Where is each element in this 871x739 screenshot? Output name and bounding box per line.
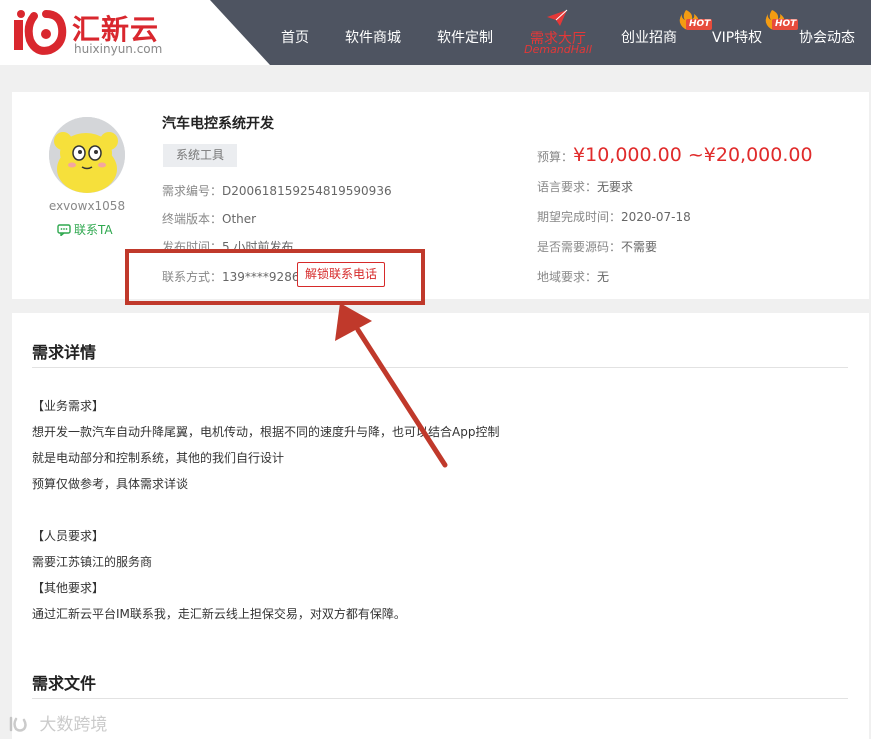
avatar[interactable]	[49, 117, 125, 193]
nav-business[interactable]: 创业招商	[621, 27, 677, 47]
due-date-label: 期望完成时间：	[537, 210, 622, 224]
budget-value: ¥10,000.00 ~¥20,000.00	[573, 144, 813, 166]
language-value: 无要求	[597, 180, 634, 194]
source-code-label: 是否需要源码：	[537, 240, 622, 254]
nav-custom-software[interactable]: 软件定制	[437, 27, 493, 47]
detail-section-title: 需求详情	[32, 343, 97, 362]
detail-line: 【其他要求】	[32, 581, 105, 595]
region-value: 无	[597, 270, 610, 284]
language-label: 语言要求：	[537, 180, 598, 194]
main-nav: 首页 软件商城 软件定制 需求大厅 DemandHall 创业招商 HOT VI…	[0, 0, 871, 65]
source-code-row: 是否需要源码：不需要	[537, 238, 657, 255]
contact-ta-label: 联系TA	[74, 223, 113, 237]
hot-badge-text: HOT	[689, 19, 711, 29]
files-section-title: 需求文件	[32, 674, 97, 693]
demand-title: 汽车电控系统开发	[162, 116, 274, 132]
detail-line: 预算仅做参考，具体需求详谈	[32, 477, 189, 491]
detail-line: 需要江苏镇江的服务商	[32, 555, 153, 569]
due-date-row: 期望完成时间：2020-07-18	[537, 208, 691, 225]
hot-badge-text: HOT	[775, 19, 797, 29]
username: exvowx1058	[48, 199, 126, 213]
demand-id-row: 需求编号：D200618159254819590936	[162, 182, 392, 199]
client-version-value: Other	[222, 212, 257, 226]
nav-demand-hall[interactable]: 需求大厅 DemandHall	[518, 6, 598, 60]
top-navbar: 汇新云 huixinyun.com 首页 软件商城 软件定制 需求大厅 Dema…	[0, 0, 871, 65]
nav-software-mall[interactable]: 软件商城	[345, 27, 401, 47]
paper-plane-icon	[547, 9, 568, 26]
demand-id-value: D200618159254819590936	[222, 184, 392, 198]
nav-association-news[interactable]: 协会动态	[799, 27, 855, 47]
avatar-cartoon-icon	[49, 117, 125, 193]
due-date-value: 2020-07-18	[621, 210, 691, 224]
watermark-text: 大数跨境	[39, 715, 108, 735]
region-row: 地域要求：无	[537, 268, 609, 285]
language-row: 语言要求：无要求	[537, 178, 633, 195]
demand-detail-panel: 需求详情 【业务需求】 想开发一款汽车自动升降尾翼，电机传动，根据不同的速度升与…	[12, 313, 869, 739]
client-version-label: 终端版本：	[162, 212, 223, 226]
budget-row: 预算：¥10,000.00 ~¥20,000.00	[537, 144, 813, 166]
chat-icon	[57, 224, 71, 237]
highlight-box	[125, 249, 425, 305]
region-label: 地域要求：	[537, 270, 598, 284]
divider	[32, 698, 848, 699]
demand-id-label: 需求编号：	[162, 184, 223, 198]
nav-demand-hall-sublabel: DemandHall	[524, 43, 592, 56]
client-version-row: 终端版本：Other	[162, 210, 256, 227]
category-tag[interactable]: 系统工具	[163, 144, 238, 167]
detail-line: 想开发一款汽车自动升降尾翼，电机传动，根据不同的速度升与降，也可以结合App控制	[32, 425, 500, 439]
detail-line: 通过汇新云平台IM联系我，走汇新云线上担保交易，对双方都有保障。	[32, 607, 406, 621]
detail-line: 【业务需求】	[32, 399, 105, 413]
watermark: 大数跨境	[8, 710, 107, 735]
divider	[32, 367, 848, 368]
budget-label: 预算：	[537, 150, 574, 164]
nav-home[interactable]: 首页	[281, 27, 309, 47]
detail-line: 【人员要求】	[32, 529, 105, 543]
watermark-logo-icon	[9, 716, 27, 732]
contact-ta-button[interactable]: 联系TA	[57, 221, 113, 238]
detail-line: 就是电动部分和控制系统，其他的我们自行设计	[32, 451, 285, 465]
hot-badge: HOT	[678, 8, 714, 30]
nav-vip[interactable]: VIP特权	[712, 27, 762, 47]
hot-badge: HOT	[764, 8, 800, 30]
source-code-value: 不需要	[621, 240, 658, 254]
